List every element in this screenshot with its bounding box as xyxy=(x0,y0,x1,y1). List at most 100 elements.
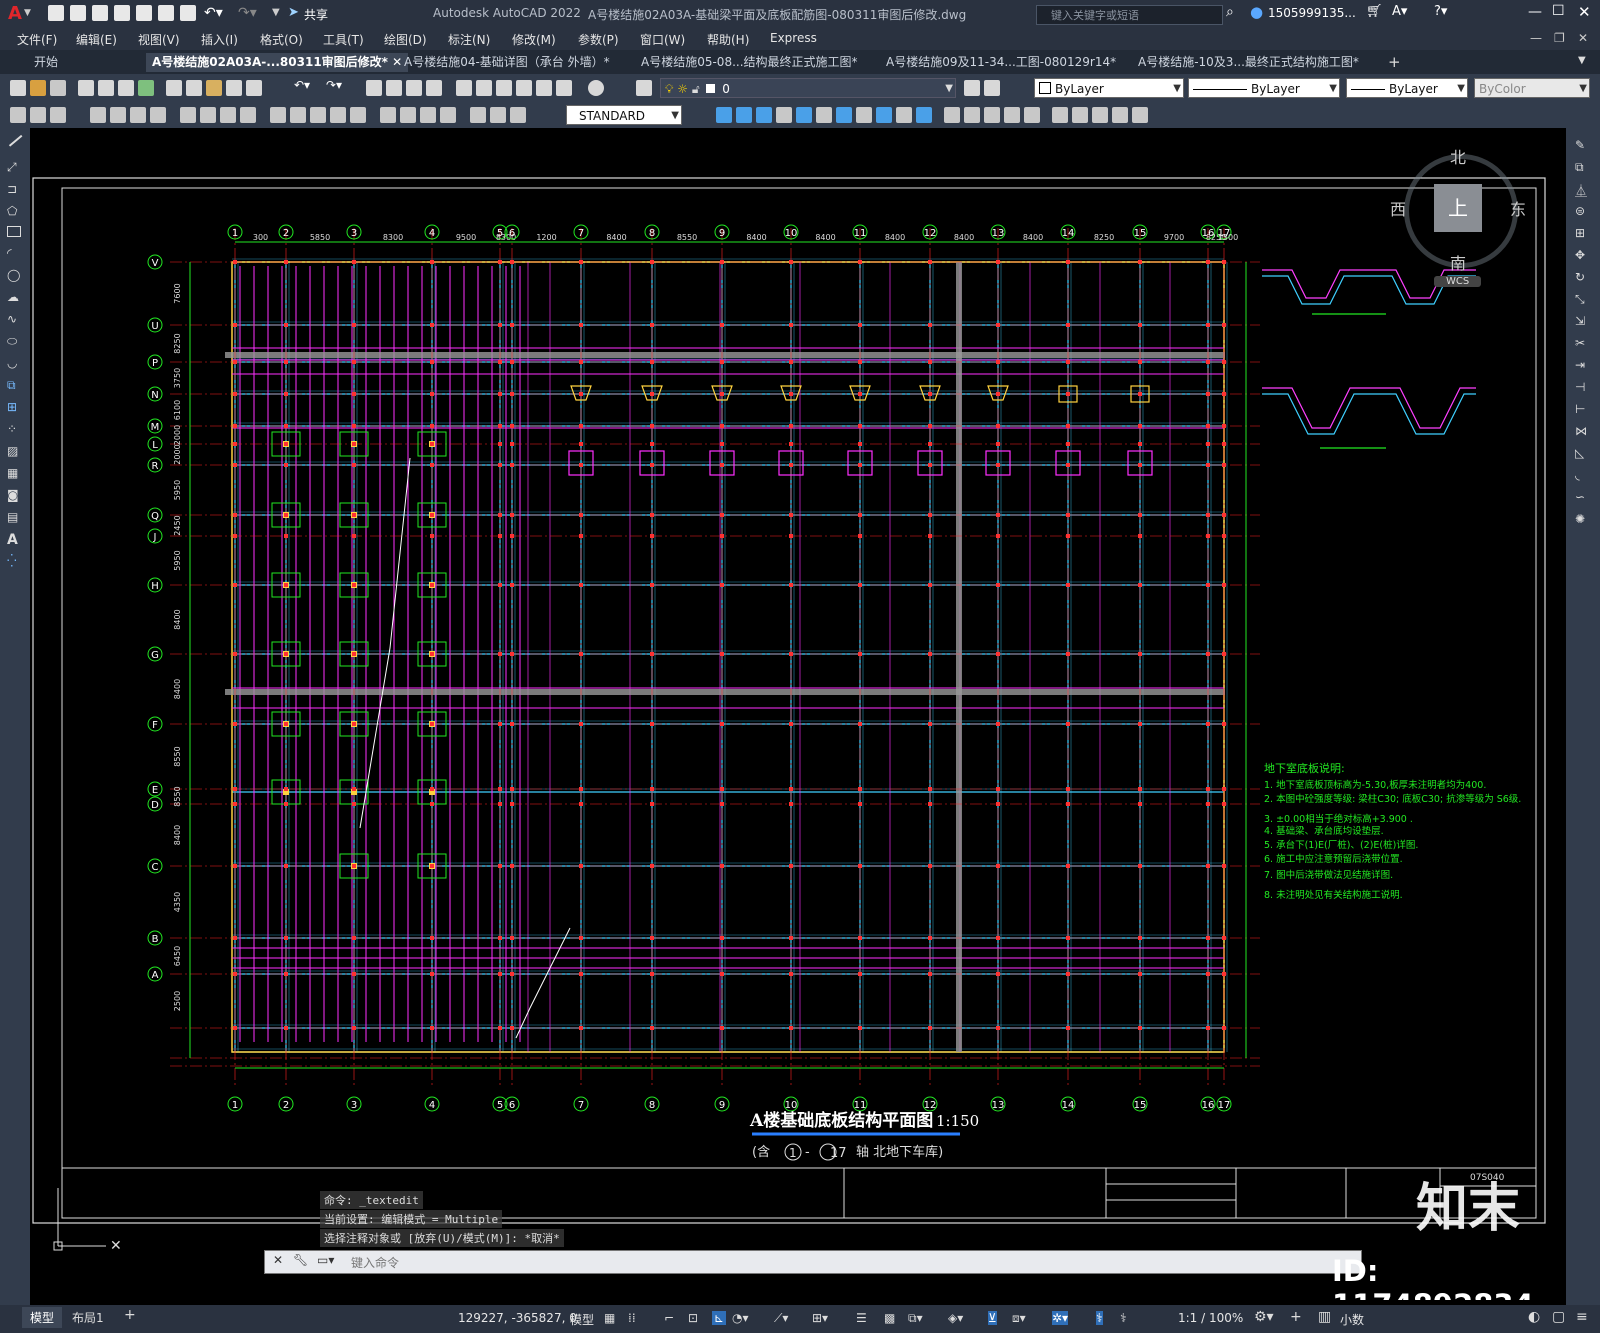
coordinates-readout[interactable]: 129227, -365827, 0 xyxy=(458,1311,577,1325)
menu-tools[interactable]: 工具(T) xyxy=(323,31,364,48)
menu-view[interactable]: 视图(V) xyxy=(138,31,180,48)
tab-start[interactable]: 开始 xyxy=(28,53,64,72)
tool-palettes-icon[interactable] xyxy=(496,80,512,96)
annotation-monitor-icon[interactable]: + xyxy=(1290,1309,1302,1325)
workspace-gear-icon[interactable]: ⚙▾ xyxy=(1254,1309,1274,1325)
stretch-icon[interactable]: ⇲ xyxy=(1575,314,1591,330)
layout-tab-layout1[interactable]: 布局1 xyxy=(72,1309,104,1326)
units-readout[interactable]: 小数 xyxy=(1340,1311,1364,1328)
3dprint-icon[interactable] xyxy=(138,80,154,96)
menu-modify[interactable]: 修改(M) xyxy=(512,31,556,48)
move-icon[interactable]: ✥ xyxy=(1575,248,1591,264)
compass-west[interactable]: 西 xyxy=(1390,196,1406,220)
tb2-icon-2[interactable] xyxy=(30,107,46,123)
region-icon[interactable]: ◙ xyxy=(7,488,23,504)
save-as-icon[interactable] xyxy=(114,5,130,21)
extend-icon[interactable]: ⇥ xyxy=(1575,358,1591,374)
menu-insert[interactable]: 插入(I) xyxy=(201,31,238,48)
search-icon[interactable]: ⌕ xyxy=(1226,4,1234,20)
cart-icon[interactable]: 🛒︎ xyxy=(1366,4,1383,19)
cad-drawing[interactable]: 11300 225850 338300 449500 558300661200 77840… xyxy=(30,128,1566,1300)
markup-icon[interactable] xyxy=(536,80,552,96)
3d-osnap-icon[interactable]: ◈▾ xyxy=(948,1311,963,1325)
jogged-dim-icon[interactable] xyxy=(200,107,216,123)
zoom-window-icon[interactable] xyxy=(406,80,422,96)
tb2b-icon-20[interactable] xyxy=(1112,107,1128,123)
compass-east[interactable]: 东 xyxy=(1510,196,1526,220)
user-icon[interactable]: ● xyxy=(1250,3,1263,21)
erase-icon[interactable]: ✎ xyxy=(1575,138,1591,154)
baseline-dim-icon[interactable] xyxy=(290,107,306,123)
dimstyle-combo[interactable]: STANDARD ▼ xyxy=(566,105,682,125)
linear-dim-icon[interactable] xyxy=(90,107,106,123)
aligned-dim-icon[interactable] xyxy=(110,107,126,123)
hardware-accel-icon[interactable]: ◐ xyxy=(1528,1309,1540,1325)
trim-icon[interactable]: ✂ xyxy=(1575,336,1591,352)
sheet-set-icon[interactable] xyxy=(516,80,532,96)
rotate-icon[interactable]: ↻ xyxy=(1575,270,1591,286)
wcs-menu[interactable]: WCS xyxy=(1434,276,1482,287)
explode-icon[interactable]: ✺ xyxy=(1575,512,1591,528)
ellipse-icon[interactable]: ⬭ xyxy=(7,334,23,350)
break-icon[interactable]: ⊢ xyxy=(1575,402,1591,418)
undo-tb-icon[interactable]: ↶▾ xyxy=(294,78,310,92)
dynamic-ucs-icon[interactable]: ⊻ xyxy=(988,1311,997,1325)
break-at-point-icon[interactable]: ⊣ xyxy=(1575,380,1591,396)
tolerance-icon[interactable] xyxy=(380,107,396,123)
help-icon[interactable]: ?▾ xyxy=(1434,4,1447,19)
autocad-logo[interactable]: A xyxy=(8,3,22,24)
tb2b-icon-6[interactable] xyxy=(816,107,832,123)
inspection-icon[interactable] xyxy=(420,107,436,123)
tb2b-icon-4[interactable] xyxy=(776,107,792,123)
tab-file-4[interactable]: A号楼结施09及11-34...工图-080129r14* xyxy=(880,53,1122,72)
menu-express[interactable]: Express xyxy=(770,31,817,45)
radius-dim-icon[interactable] xyxy=(180,107,196,123)
pan-icon[interactable] xyxy=(366,80,382,96)
auto-scale-icon[interactable]: ⚕ xyxy=(1120,1311,1127,1325)
command-line[interactable]: ✕ 🔧︎ ▭▾ 键入命令 xyxy=(264,1250,1362,1274)
redo-icon[interactable]: ↷▾ xyxy=(238,5,257,21)
paste-icon[interactable] xyxy=(206,80,222,96)
annotation-visibility-icon[interactable]: ⚕ xyxy=(1096,1311,1103,1325)
customize-status-icon[interactable]: ≡ xyxy=(1576,1309,1588,1325)
plotstyle-combo[interactable]: ByColor ▼ xyxy=(1474,78,1590,98)
make-current-icon[interactable] xyxy=(964,80,980,96)
user-name[interactable]: 1505999135... xyxy=(1268,6,1356,20)
chamfer-icon[interactable]: ◺ xyxy=(1575,446,1591,462)
plot-tb-icon[interactable] xyxy=(78,80,94,96)
doc-close-icon[interactable]: ✕ xyxy=(1578,31,1588,45)
tab-file-1[interactable]: A号楼结施02A03A-...80311审图后修改* ✕ xyxy=(146,53,409,72)
continue-dim-icon[interactable] xyxy=(310,107,326,123)
isodraft-icon[interactable]: ⟋▾ xyxy=(774,1311,788,1326)
customize-qat-icon[interactable]: ▼ xyxy=(272,7,280,18)
menu-parametric[interactable]: 参数(P) xyxy=(578,31,619,48)
join-icon[interactable]: ⋈ xyxy=(1575,424,1591,440)
polar-icon[interactable]: ◔▾ xyxy=(732,1311,749,1325)
zoom-previous-icon[interactable] xyxy=(426,80,442,96)
menu-help[interactable]: 帮助(H) xyxy=(707,31,749,48)
tb2b-icon-21[interactable] xyxy=(1132,107,1148,123)
viewcube[interactable]: 上 北 南 西 东 WCS xyxy=(1390,144,1526,304)
gradient-icon[interactable]: ▦ xyxy=(7,466,23,482)
array-icon[interactable]: ⊞ xyxy=(1575,226,1591,242)
minimize-icon[interactable]: — xyxy=(1528,4,1542,20)
tb2b-icon-15[interactable] xyxy=(1004,107,1020,123)
lineweight-icon[interactable]: ☰ xyxy=(856,1311,867,1325)
save-icon[interactable] xyxy=(92,5,108,21)
search-input[interactable]: 键入关键字或短语 xyxy=(1036,5,1223,25)
copy-icon[interactable] xyxy=(186,80,202,96)
compass-north[interactable]: 北 xyxy=(1450,144,1466,168)
ordinate-dim-icon[interactable] xyxy=(150,107,166,123)
diameter-dim-icon[interactable] xyxy=(220,107,236,123)
preview-icon[interactable] xyxy=(98,80,114,96)
redo-tb-icon[interactable]: ↷▾ xyxy=(326,78,342,92)
command-input[interactable]: 键入命令 xyxy=(351,1254,399,1271)
hatch-icon[interactable]: ▨ xyxy=(7,444,23,460)
model-space-button[interactable]: 模型 xyxy=(570,1311,594,1328)
lineweight-combo[interactable]: ByLayer ▼ xyxy=(1346,78,1468,98)
annotation-scale[interactable]: 1:1 / 100% xyxy=(1178,1311,1243,1325)
angular-dim-icon[interactable] xyxy=(240,107,256,123)
osnap-tracking-icon[interactable]: ⊞▾ xyxy=(812,1311,828,1325)
dim-edit-icon[interactable] xyxy=(470,107,486,123)
undo-icon[interactable]: ↶▾ xyxy=(204,5,223,21)
